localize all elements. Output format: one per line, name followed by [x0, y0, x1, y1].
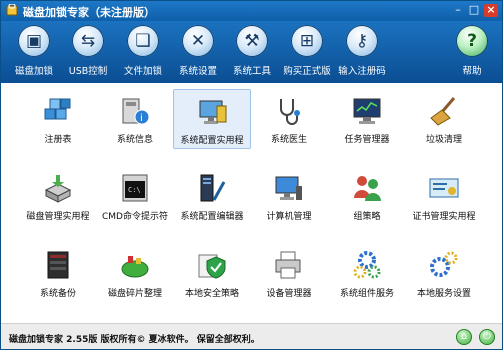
- grid-item-computer-management[interactable]: 计算机管理: [250, 166, 328, 226]
- certificate-icon: [429, 178, 459, 198]
- minimize-button[interactable]: –: [451, 4, 465, 17]
- components-gear-icon: [353, 251, 381, 279]
- defrag-icon: [121, 256, 149, 278]
- exit-icon: ⏻: [483, 331, 491, 342]
- file-lock-icon: ❏: [127, 25, 159, 57]
- stethoscope-icon: [280, 99, 300, 125]
- grid-item-label: 本地服务设置: [416, 289, 471, 299]
- disk-management-icon: [44, 175, 72, 203]
- computer-management-icon: [275, 176, 302, 200]
- command-prompt-icon: C:\: [122, 174, 148, 202]
- grid-item-certificate[interactable]: 证书管理实用程: [405, 166, 483, 226]
- grid-item-device-manager[interactable]: 设备管理器: [250, 243, 328, 303]
- grid-item-label: 证书管理实用程: [412, 212, 476, 222]
- grid-item-label: 垃圾清理: [425, 135, 462, 145]
- system-info-icon: i: [122, 98, 150, 125]
- toolbar-label: 帮助: [462, 66, 482, 77]
- registry-cubes-icon: [44, 98, 71, 120]
- exit-button[interactable]: ⏻: [479, 329, 495, 345]
- group-policy-icon: [354, 176, 381, 201]
- services-gear-icon: [430, 251, 458, 277]
- floppy-disk-icon: ▣: [18, 25, 50, 57]
- window-title: 磁盘加锁专家（未注册版）: [23, 6, 155, 19]
- grid-item-local-services[interactable]: 本地服务设置: [405, 243, 483, 303]
- broom-icon: [430, 97, 456, 126]
- toolbar: ▣ 磁盘加锁 ⇆ USB控制 ❏ 文件加锁 ✕ 系统设置 ⚒ 系统工具 ⊞ 购买…: [1, 21, 502, 83]
- app-logo-icon: [6, 4, 18, 16]
- app-window: 磁盘加锁专家（未注册版） – □ × ▣ 磁盘加锁 ⇆ USB控制 ❏ 文件加锁…: [0, 0, 503, 350]
- toolbar-help-button[interactable]: ? 帮助: [441, 21, 502, 83]
- config-editor-icon: [200, 174, 226, 202]
- home-button[interactable]: ⌂: [456, 329, 472, 345]
- toolbar-enter-code-button[interactable]: ⚷ 输入注册码: [331, 21, 393, 83]
- grid-item-system-info[interactable]: i 系统信息: [96, 89, 174, 149]
- maximize-button[interactable]: □: [467, 4, 481, 17]
- printer-device-icon: [275, 251, 301, 279]
- home-icon: ⌂: [460, 331, 468, 342]
- server-backup-icon: [47, 251, 69, 279]
- copyright-text: 磁盘加锁专家 2.55版 版权所有© 夏冰软件。 保留全部权利。: [9, 335, 260, 345]
- tools-icon: ✕: [182, 25, 214, 57]
- computer-config-icon: [199, 100, 227, 124]
- tools-grid: 注册表 i 系统信息 系统配置实用程 系统医生 任务管理器 垃圾清理 磁盘管理实…: [1, 83, 502, 323]
- toolbar-label: 输入注册码: [338, 66, 386, 77]
- help-icon: ?: [456, 25, 488, 57]
- close-button[interactable]: ×: [484, 4, 498, 17]
- usb-drive-icon: ⇆: [72, 25, 104, 57]
- grid-item-system-doctor[interactable]: 系统医生: [250, 89, 328, 149]
- grid-item-junk-cleanup[interactable]: 垃圾清理: [405, 89, 483, 149]
- monitor-icon: [353, 98, 381, 124]
- key-icon: ⚷: [346, 25, 378, 57]
- svg-text:C:\: C:\: [128, 186, 141, 194]
- security-shield-icon: [198, 254, 226, 279]
- wrench-icon: ⚒: [236, 25, 268, 57]
- shopping-cart-icon: ⊞: [291, 25, 323, 57]
- title-bar: 磁盘加锁专家（未注册版） – □ ×: [1, 1, 502, 21]
- status-bar: 磁盘加锁专家 2.55版 版权所有© 夏冰软件。 保留全部权利。 ⌂ ⏻: [1, 323, 502, 349]
- svg-text:i: i: [140, 113, 143, 124]
